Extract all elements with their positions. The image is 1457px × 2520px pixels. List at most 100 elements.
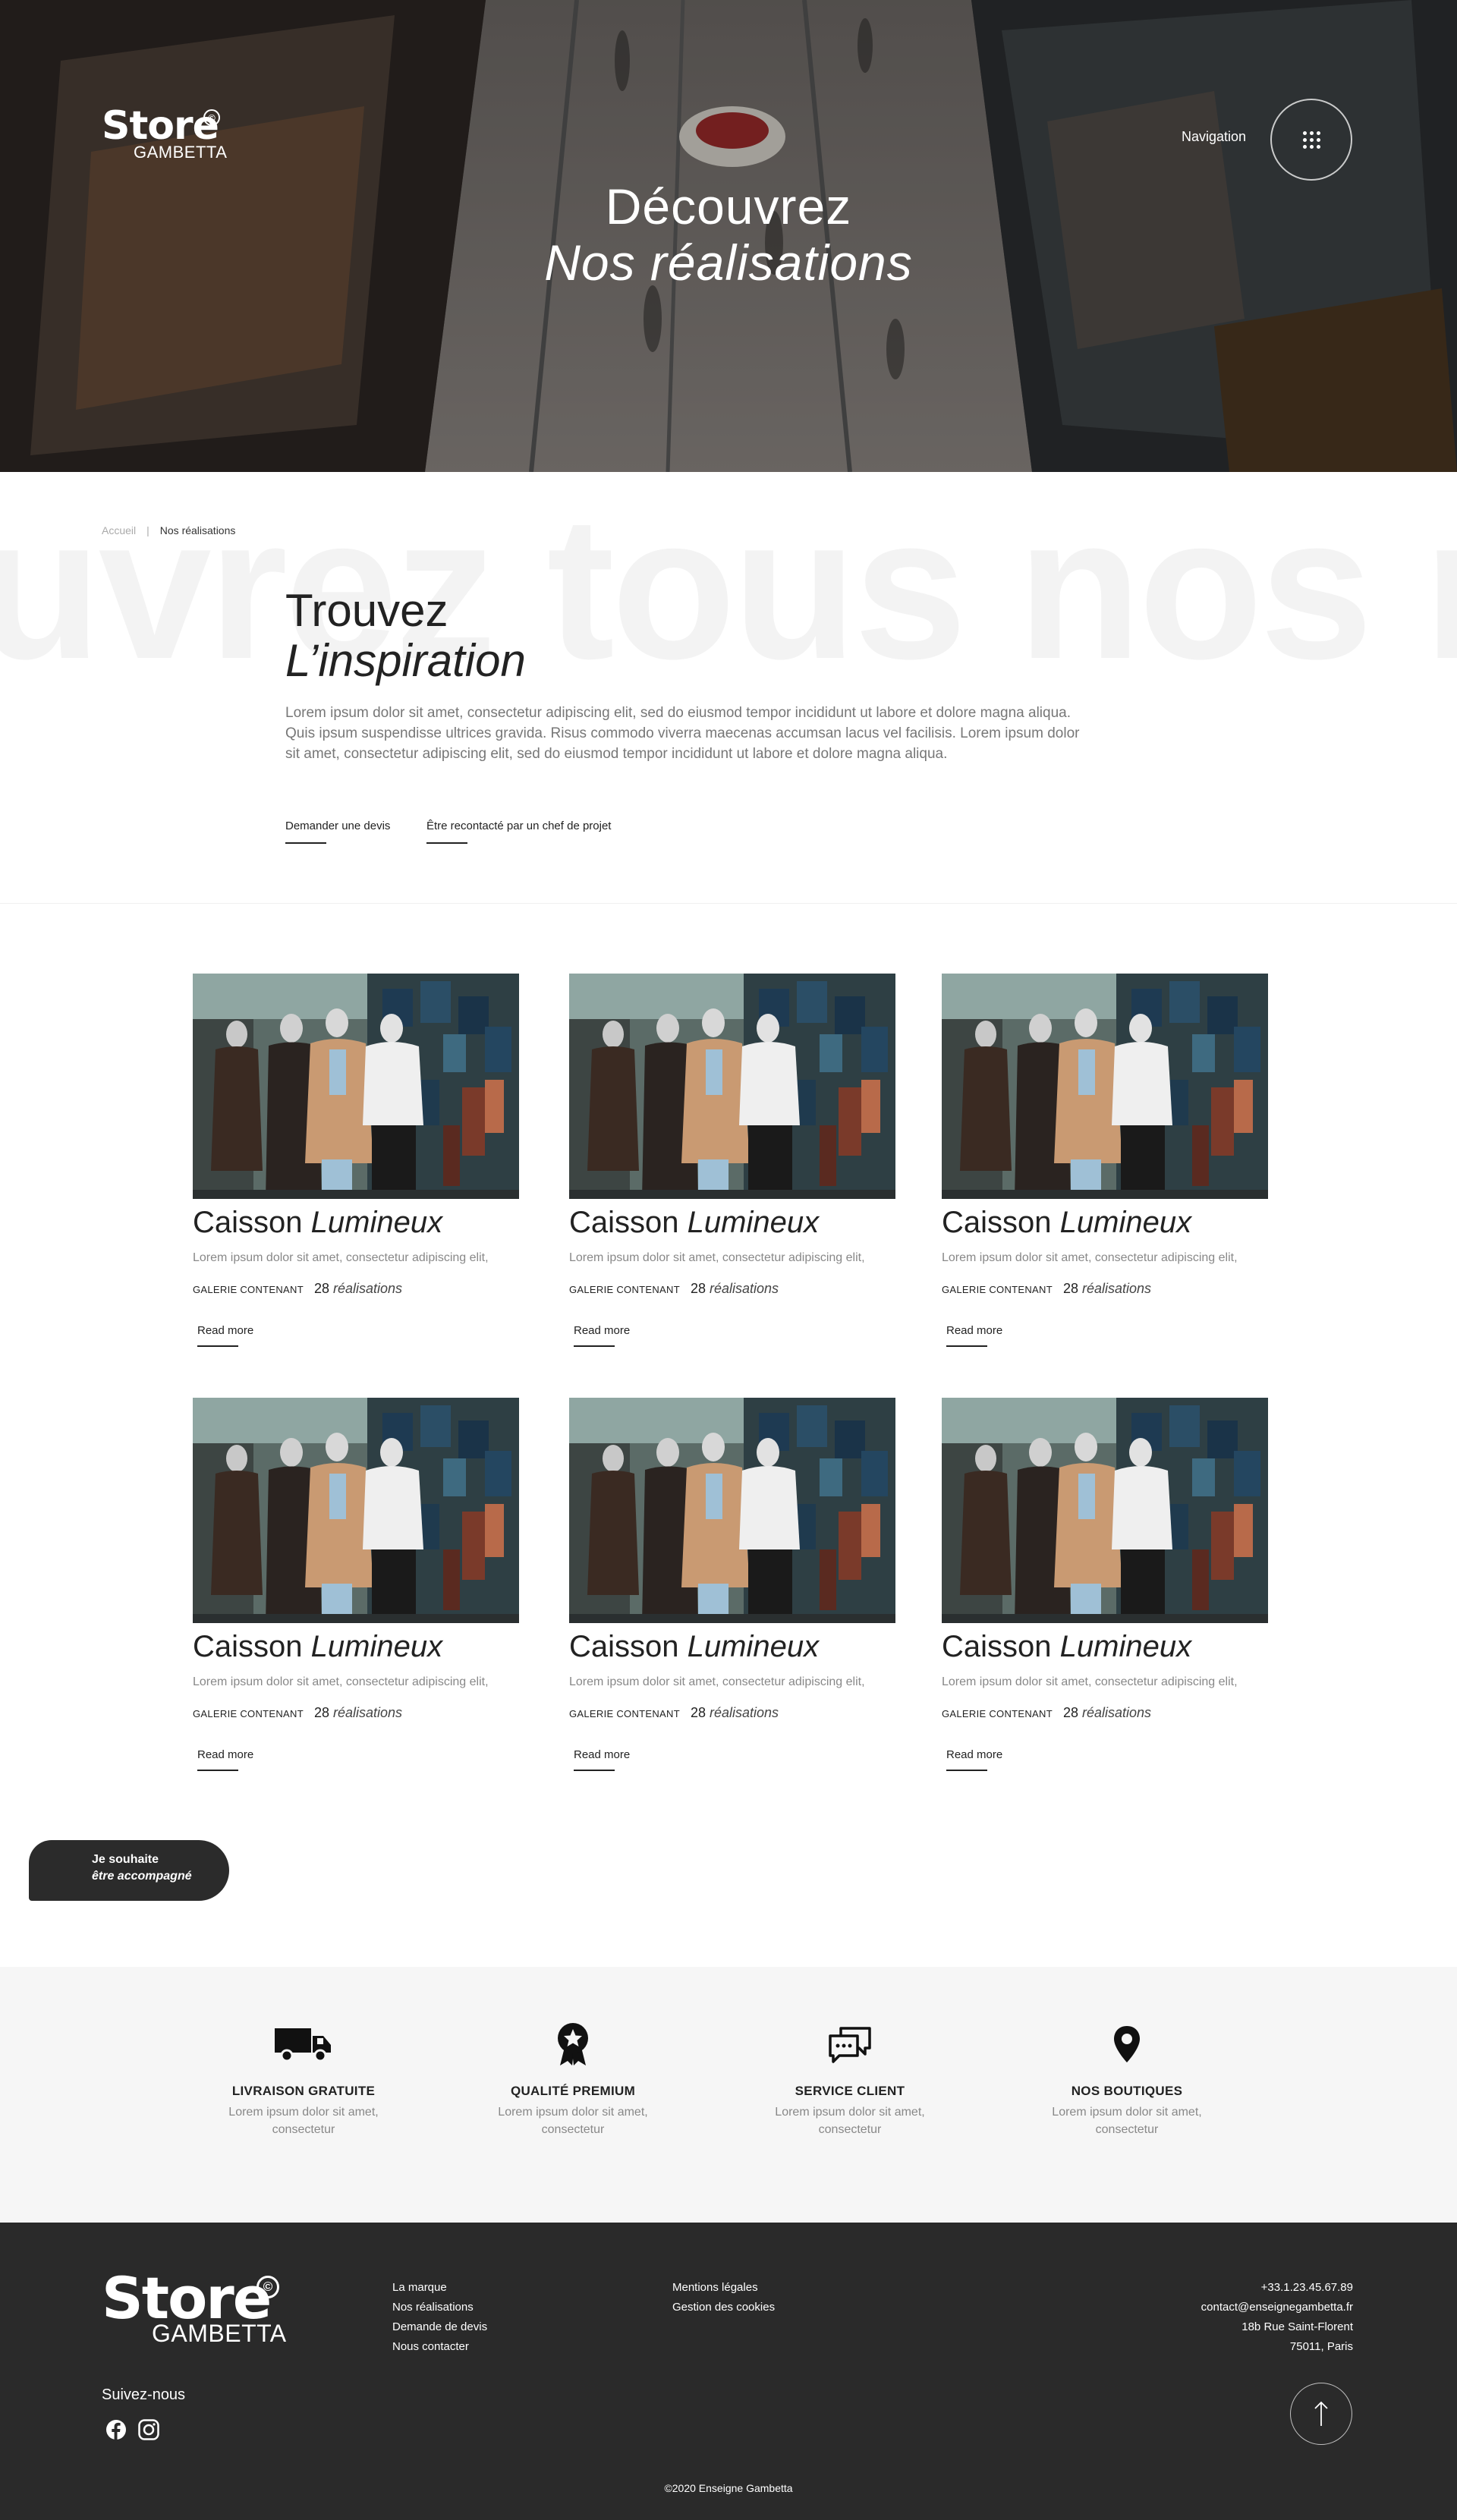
card-desc: Lorem ipsum dolor sit amet, consectetur … bbox=[569, 1675, 865, 1688]
feature-stores: NOS BOUTIQUES Lorem ipsum dolor sit amet… bbox=[1013, 2021, 1241, 2138]
background-watermark-text: uvrez tous nos mé bbox=[0, 473, 1457, 701]
brand-logo[interactable]: Store © GAMBETTA bbox=[102, 103, 227, 162]
read-more-link[interactable]: Read more bbox=[197, 1748, 253, 1771]
hero-section: Store © GAMBETTA Navigation Découvrez No… bbox=[0, 0, 1457, 472]
card-title: Caisson Lumineux bbox=[942, 1630, 1191, 1664]
project-card[interactable]: Caisson Lumineux Lorem ipsum dolor sit a… bbox=[569, 974, 895, 1347]
footer-brand-name: Store bbox=[102, 2264, 272, 2332]
card-title-italic: Lumineux bbox=[1059, 1630, 1192, 1663]
card-title: Caisson Lumineux bbox=[569, 1206, 819, 1240]
gallery-count: 28 bbox=[690, 1281, 706, 1296]
card-meta: GALERIE CONTENANT 28 réalisations bbox=[569, 1705, 779, 1721]
read-more-link[interactable]: Read more bbox=[946, 1748, 1002, 1771]
arrow-up-icon bbox=[1314, 2401, 1328, 2426]
card-desc: Lorem ipsum dolor sit amet, consectetur … bbox=[942, 1251, 1238, 1264]
card-meta: GALERIE CONTENANT 28 réalisations bbox=[193, 1281, 402, 1297]
project-image[interactable] bbox=[193, 974, 519, 1199]
scroll-to-top-button[interactable] bbox=[1290, 2383, 1352, 2445]
gallery-count: 28 bbox=[690, 1705, 706, 1720]
breadcrumb-home[interactable]: Accueil bbox=[102, 524, 136, 536]
card-title-main: Caisson bbox=[193, 1630, 303, 1663]
chat-line2: être accompagné bbox=[92, 1870, 192, 1883]
section-divider bbox=[0, 903, 1457, 904]
footer-logo[interactable]: Store © GAMBETTA bbox=[102, 2264, 286, 2348]
project-image[interactable] bbox=[569, 974, 895, 1199]
facebook-icon[interactable] bbox=[105, 2418, 127, 2441]
footer-link-quote[interactable]: Demande de devis bbox=[392, 2317, 487, 2337]
breadcrumb-current: Nos réalisations bbox=[159, 524, 236, 536]
card-title: Caisson Lumineux bbox=[193, 1206, 442, 1240]
read-more-link[interactable]: Read more bbox=[574, 1324, 630, 1347]
gallery-count-label: réalisations bbox=[333, 1705, 403, 1720]
card-title-italic: Lumineux bbox=[1059, 1206, 1192, 1239]
card-title: Caisson Lumineux bbox=[193, 1630, 442, 1664]
footer-links-legal: Mentions légales Gestion des cookies bbox=[672, 2278, 775, 2317]
project-card[interactable]: Caisson Lumineux Lorem ipsum dolor sit a… bbox=[193, 1398, 519, 1771]
card-meta: GALERIE CONTENANT 28 réalisations bbox=[193, 1705, 402, 1721]
card-title: Caisson Lumineux bbox=[942, 1206, 1191, 1240]
footer-link-contact[interactable]: Nous contacter bbox=[392, 2337, 487, 2357]
contact-project-manager-link[interactable]: Être recontacté par un chef de projet bbox=[426, 820, 611, 844]
feature-title: LIVRAISON GRATUITE bbox=[231, 2084, 376, 2098]
instagram-icon[interactable] bbox=[137, 2418, 160, 2441]
card-title-main: Caisson bbox=[942, 1630, 1052, 1663]
contact-address-line1: 18b Rue Saint-Florent bbox=[1241, 2320, 1353, 2333]
card-title-main: Caisson bbox=[942, 1206, 1052, 1239]
contact-email[interactable]: contact@enseignegambetta.fr bbox=[1201, 2298, 1353, 2317]
copyright-mark: © bbox=[203, 109, 220, 126]
card-meta: GALERIE CONTENANT 28 réalisations bbox=[942, 1281, 1151, 1297]
contact-phone[interactable]: +33.1.23.45.67.89 bbox=[1201, 2278, 1353, 2298]
read-more-link[interactable]: Read more bbox=[574, 1748, 630, 1771]
project-image[interactable] bbox=[942, 974, 1268, 1199]
gallery-count-label: réalisations bbox=[1082, 1281, 1152, 1296]
truck-icon bbox=[275, 2028, 331, 2062]
card-title-italic: Lumineux bbox=[310, 1206, 443, 1239]
gallery-label: GALERIE CONTENANT bbox=[569, 1284, 680, 1295]
footer-link-brand[interactable]: La marque bbox=[392, 2278, 487, 2298]
footer-link-cookies[interactable]: Gestion des cookies bbox=[672, 2298, 775, 2317]
feature-free-delivery: LIVRAISON GRATUITE Lorem ipsum dolor sit… bbox=[190, 2021, 417, 2138]
hero-title: Découvrez bbox=[605, 178, 852, 234]
project-image[interactable] bbox=[193, 1398, 519, 1623]
request-quote-link[interactable]: Demander une devis bbox=[285, 820, 390, 844]
card-title-italic: Lumineux bbox=[310, 1630, 443, 1663]
chat-line1: Je souhaite bbox=[92, 1853, 159, 1866]
intro-subtitle: L’inspiration bbox=[285, 635, 526, 686]
card-desc: Lorem ipsum dolor sit amet, consectetur … bbox=[569, 1251, 865, 1264]
project-card[interactable]: Caisson Lumineux Lorem ipsum dolor sit a… bbox=[569, 1398, 895, 1771]
brand-name: Store bbox=[102, 103, 219, 149]
hero-subtitle: Nos réalisations bbox=[544, 234, 913, 291]
project-card[interactable]: Caisson Lumineux Lorem ipsum dolor sit a… bbox=[942, 1398, 1268, 1771]
project-card[interactable]: Caisson Lumineux Lorem ipsum dolor sit a… bbox=[942, 974, 1268, 1347]
gallery-count: 28 bbox=[313, 1281, 329, 1296]
card-desc: Lorem ipsum dolor sit amet, consectetur … bbox=[193, 1675, 489, 1688]
project-image[interactable] bbox=[569, 1398, 895, 1623]
card-title: Caisson Lumineux bbox=[569, 1630, 819, 1664]
feature-desc: Lorem ipsum dolor sit amet, consectetur bbox=[775, 2106, 925, 2136]
nav-label[interactable]: Navigation bbox=[1182, 129, 1246, 145]
feature-premium-quality: QUALITÉ PREMIUM Lorem ipsum dolor sit am… bbox=[459, 2021, 687, 2138]
gallery-count-label: réalisations bbox=[1082, 1705, 1152, 1720]
gallery-count: 28 bbox=[313, 1705, 329, 1720]
footer-copyright-mark: © bbox=[256, 2276, 279, 2298]
menu-button[interactable] bbox=[1270, 99, 1352, 181]
read-more-link[interactable]: Read more bbox=[197, 1324, 253, 1347]
read-more-link[interactable]: Read more bbox=[946, 1324, 1002, 1347]
card-title-main: Caisson bbox=[569, 1630, 679, 1663]
card-meta: GALERIE CONTENANT 28 réalisations bbox=[569, 1281, 779, 1297]
accompany-chat-button[interactable]: Je souhaite être accompagné bbox=[29, 1840, 229, 1901]
breadcrumb-separator: | bbox=[146, 524, 149, 536]
gallery-label: GALERIE CONTENANT bbox=[942, 1284, 1053, 1295]
project-image[interactable] bbox=[942, 1398, 1268, 1623]
copyright-text: ©2020 Enseigne Gambetta bbox=[664, 2482, 793, 2494]
breadcrumb: Accueil | Nos réalisations bbox=[102, 524, 235, 536]
footer-link-projects[interactable]: Nos réalisations bbox=[392, 2298, 487, 2317]
feature-title: QUALITÉ PREMIUM bbox=[510, 2084, 636, 2098]
project-card[interactable]: Caisson Lumineux Lorem ipsum dolor sit a… bbox=[193, 974, 519, 1347]
footer: Store © GAMBETTA Suivez-nous La marque N… bbox=[0, 2223, 1457, 2520]
feature-title: NOS BOUTIQUES bbox=[1071, 2084, 1183, 2098]
gallery-count-label: réalisations bbox=[333, 1281, 403, 1296]
footer-link-legal-notice[interactable]: Mentions légales bbox=[672, 2278, 775, 2298]
feature-desc: Lorem ipsum dolor sit amet, consectetur bbox=[228, 2106, 379, 2136]
gallery-count: 28 bbox=[1062, 1281, 1078, 1296]
